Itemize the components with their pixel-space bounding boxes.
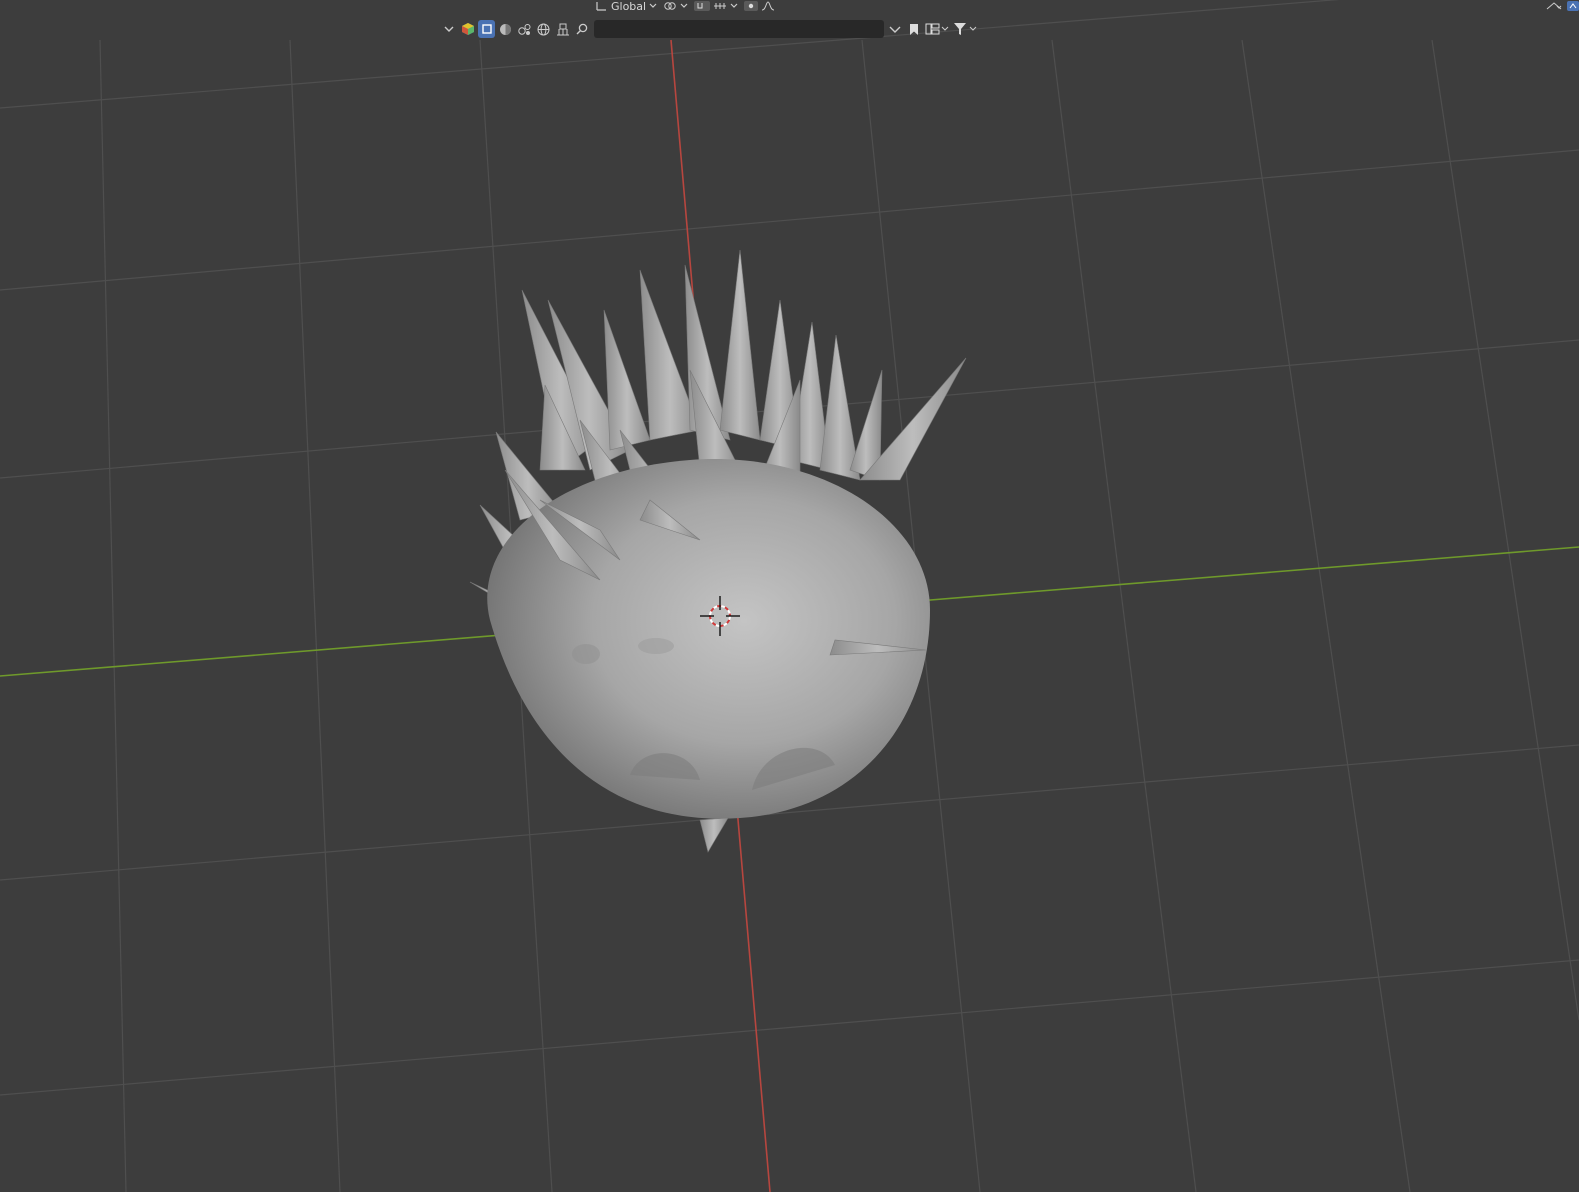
- chevron-down-icon: [680, 3, 688, 9]
- proportional-editing-toggle[interactable]: [744, 0, 775, 12]
- 3d-viewport[interactable]: [0, 0, 1579, 1192]
- overlay-toggle-icon[interactable]: [1545, 1, 1563, 11]
- spiky-mesh-object[interactable]: [469, 249, 967, 853]
- render-layer-icon[interactable]: [554, 20, 571, 38]
- collapse-chevron-icon[interactable]: [440, 20, 457, 38]
- layout-icon[interactable]: [924, 20, 950, 38]
- gizmo-toggle-icon[interactable]: [1567, 1, 1579, 11]
- object-icon[interactable]: [478, 20, 495, 38]
- transform-orientation-dropdown[interactable]: Global: [596, 0, 657, 13]
- search-input[interactable]: [594, 20, 884, 38]
- material-icon[interactable]: [497, 20, 514, 38]
- pivot-point-dropdown[interactable]: [663, 0, 688, 12]
- search-icon: [573, 20, 590, 38]
- snap-magnet-icon: [694, 1, 711, 11]
- pivot-link-icon: [663, 1, 677, 11]
- chevron-down-icon: [730, 3, 738, 9]
- snap-increment-icon: [713, 1, 727, 11]
- snap-dropdown[interactable]: [694, 0, 738, 12]
- falloff-curve-icon: [761, 1, 775, 11]
- proportional-editing-icon: [744, 1, 759, 11]
- outliner-toolbar: [440, 18, 978, 40]
- viewport-corner-controls: [1545, 0, 1579, 12]
- scene-collection-icon[interactable]: [459, 20, 476, 38]
- transform-orientation-label: Global: [611, 0, 647, 13]
- filter-icon[interactable]: [952, 20, 978, 38]
- bookmark-icon[interactable]: [905, 20, 922, 38]
- camera-data-icon[interactable]: [516, 20, 533, 38]
- viewport-header: Global: [596, 0, 826, 13]
- world-icon[interactable]: [535, 20, 552, 38]
- chevron-down-icon[interactable]: [886, 20, 903, 38]
- orientation-axes-icon: [596, 1, 608, 11]
- mesh-body: [487, 459, 930, 819]
- chevron-down-icon: [649, 3, 657, 9]
